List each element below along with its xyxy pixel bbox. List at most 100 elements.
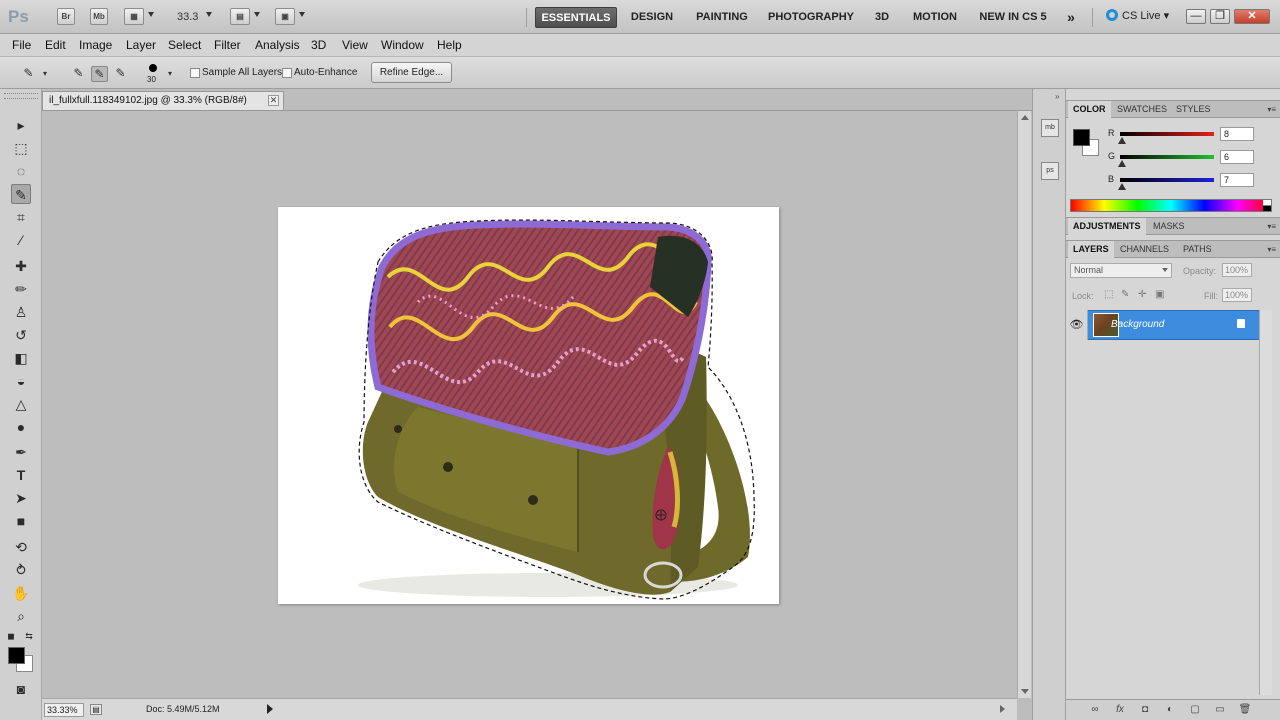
delete-layer-icon[interactable]: 🗑 (1238, 704, 1252, 716)
tab-swatches[interactable]: SWATCHES (1112, 101, 1172, 118)
lock-transparency-icon[interactable]: ⬚ (1104, 290, 1114, 300)
layer-row[interactable]: Background (1066, 310, 1259, 340)
scroll-up-icon[interactable] (1021, 115, 1029, 120)
color-ramp[interactable] (1070, 199, 1272, 212)
menu-3d[interactable]: 3D (311, 38, 326, 52)
link-layers-icon[interactable]: ∞ (1088, 704, 1102, 716)
add-mask-icon[interactable]: ◘ (1138, 704, 1152, 716)
workspace-painting[interactable]: PAINTING (688, 7, 756, 28)
visibility-eye-icon[interactable]: 👁 (1066, 310, 1088, 340)
close-icon[interactable]: ✕ (268, 95, 279, 106)
blue-channel-value[interactable]: 7 (1220, 173, 1254, 187)
chevron-down-icon[interactable] (206, 12, 212, 17)
menu-edit[interactable]: Edit (45, 38, 66, 52)
auto-enhance-checkbox[interactable] (282, 68, 292, 78)
document-tab[interactable]: il_fullxfull.118349102.jpg @ 33.3% (RGB/… (42, 91, 284, 110)
workspace-design[interactable]: DESIGN (623, 7, 681, 28)
close-button[interactable]: ✕ (1234, 9, 1270, 24)
layers-scrollbar[interactable] (1259, 310, 1272, 695)
status-options-icon[interactable]: ▤ (90, 704, 102, 715)
history-panel-icon[interactable]: ps (1041, 162, 1059, 180)
menu-window[interactable]: Window (381, 38, 424, 52)
refine-edge-button[interactable]: Refine Edge... (371, 62, 452, 83)
scroll-right-icon[interactable] (1000, 705, 1005, 713)
blur-tool-icon[interactable]: △ (11, 394, 31, 414)
launch-minibridge-button[interactable]: Mb (90, 8, 108, 25)
panel-menu-icon[interactable]: ▾≡ (1267, 222, 1276, 231)
eyedropper-tool-icon[interactable]: ⁄ (11, 230, 31, 250)
new-layer-icon[interactable]: ▭ (1213, 704, 1227, 716)
chevron-down-icon[interactable]: ▾ (165, 66, 175, 82)
collapse-icon[interactable]: » (1055, 92, 1059, 101)
foreground-color-swatch[interactable] (8, 647, 25, 664)
workspace-photography[interactable]: PHOTOGRAPHY (763, 7, 859, 28)
blue-channel-slider[interactable] (1120, 178, 1214, 182)
cs-live-menu[interactable]: CS Live ▾ (1106, 9, 1169, 22)
workspace-essentials[interactable]: ESSENTIALS (535, 7, 617, 28)
red-channel-slider[interactable] (1120, 132, 1214, 136)
mini-bridge-panel-icon[interactable]: mb (1041, 119, 1059, 137)
status-menu-icon[interactable] (267, 704, 273, 714)
menu-help[interactable]: Help (437, 38, 462, 52)
green-channel-thumb[interactable] (1118, 160, 1126, 167)
healing-brush-tool-icon[interactable]: ✚ (11, 256, 31, 276)
more-workspaces-button[interactable]: » (1060, 7, 1082, 28)
crop-tool-icon[interactable]: ⌗ (11, 207, 31, 227)
default-colors-icon[interactable]: ◼ (4, 629, 18, 643)
type-tool-icon[interactable]: T (11, 465, 31, 485)
quick-mask-icon[interactable]: ◙ (11, 679, 31, 699)
screen-mode-icon[interactable]: ▣ (275, 8, 295, 25)
menu-filter[interactable]: Filter (214, 38, 241, 52)
chevron-down-icon[interactable] (299, 12, 305, 17)
scroll-down-icon[interactable] (1021, 689, 1029, 694)
tool-preset-icon[interactable]: ✎ (20, 66, 37, 82)
clone-stamp-tool-icon[interactable]: ♙ (11, 302, 31, 322)
pen-tool-icon[interactable]: ✒ (11, 442, 31, 462)
add-to-selection-brush-icon[interactable]: ✎ (91, 66, 108, 82)
3d-orbit-tool-icon[interactable]: ⥁ (11, 560, 31, 580)
lock-all-icon[interactable]: ▣ (1155, 290, 1165, 300)
red-channel-thumb[interactable] (1118, 137, 1126, 144)
paint-bucket-tool-icon[interactable]: ◒ (11, 371, 31, 391)
tab-color[interactable]: COLOR (1068, 101, 1111, 118)
green-channel-value[interactable]: 6 (1220, 150, 1254, 164)
layer-style-icon[interactable]: fx (1113, 704, 1127, 716)
tab-adjustments[interactable]: ADJUSTMENTS (1068, 218, 1146, 235)
tab-paths[interactable]: PATHS (1178, 241, 1217, 258)
tab-styles[interactable]: STYLES (1171, 101, 1216, 118)
blue-channel-thumb[interactable] (1118, 183, 1126, 190)
swap-colors-icon[interactable]: ⇆ (22, 629, 36, 643)
view-extras-icon[interactable]: ▦ (124, 8, 144, 25)
brush-preview-icon[interactable] (149, 64, 157, 72)
panel-menu-icon[interactable]: ▾≡ (1267, 105, 1276, 114)
path-selection-tool-icon[interactable]: ➤ (11, 488, 31, 508)
menu-file[interactable]: File (12, 38, 31, 52)
new-group-icon[interactable]: ▢ (1188, 704, 1202, 716)
sample-all-layers-checkbox[interactable] (190, 68, 200, 78)
vertical-scrollbar[interactable] (1017, 111, 1031, 698)
3d-rotate-tool-icon[interactable]: ⟲ (11, 537, 31, 557)
tab-layers[interactable]: LAYERS (1068, 241, 1114, 258)
panel-menu-icon[interactable]: ▾≡ (1267, 245, 1276, 254)
menu-layer[interactable]: Layer (126, 38, 156, 52)
image-canvas[interactable] (278, 207, 779, 604)
history-brush-tool-icon[interactable]: ↺ (11, 325, 31, 345)
foreground-color-swatch[interactable] (1073, 129, 1090, 146)
zoom-level-field[interactable]: 33.3 (177, 11, 198, 23)
launch-bridge-button[interactable]: Br (57, 8, 75, 25)
workspace-3d[interactable]: 3D (866, 7, 898, 28)
fill-field[interactable]: 100% (1222, 288, 1252, 302)
arrange-documents-icon[interactable]: ▤ (230, 8, 250, 25)
red-channel-value[interactable]: 8 (1220, 127, 1254, 141)
blend-mode-select[interactable]: Normal (1070, 263, 1172, 278)
menu-image[interactable]: Image (79, 38, 112, 52)
subtract-from-selection-brush-icon[interactable]: ✎ (112, 66, 129, 82)
chevron-down-icon[interactable]: ▾ (40, 66, 50, 82)
green-channel-slider[interactable] (1120, 155, 1214, 159)
opacity-field[interactable]: 100% (1222, 263, 1252, 277)
panel-grip[interactable] (4, 93, 38, 99)
workspace-new-in-cs5[interactable]: NEW IN CS 5 (973, 7, 1053, 28)
layer-name[interactable]: Background (1111, 319, 1164, 330)
lasso-tool-icon[interactable]: ◌ (11, 161, 31, 181)
eraser-tool-icon[interactable]: ◧ (11, 348, 31, 368)
